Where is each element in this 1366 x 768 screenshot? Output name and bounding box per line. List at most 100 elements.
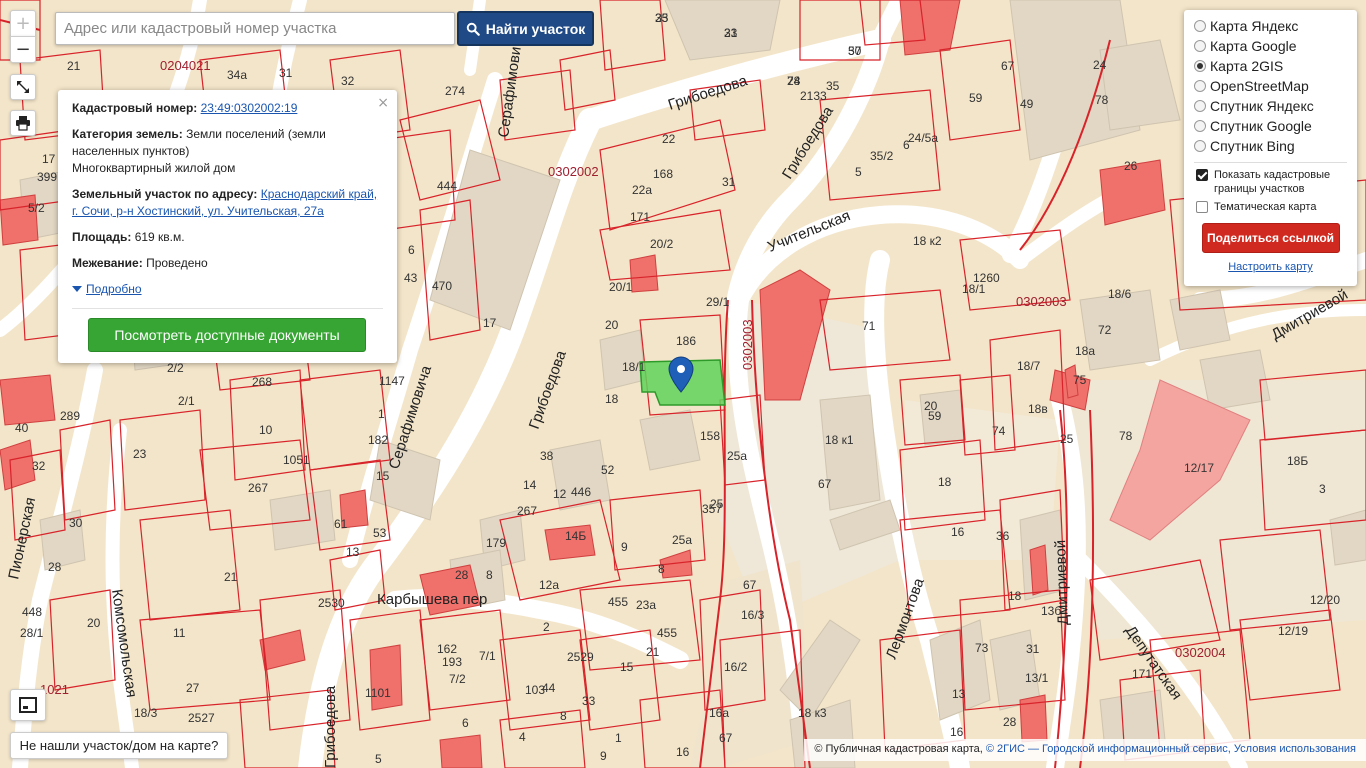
close-icon[interactable]: × (377, 95, 389, 111)
not-found-button[interactable]: Не нашли участок/дом на карте? (10, 732, 228, 759)
parcel-number-label: 75 (1073, 373, 1087, 387)
zoom-in-button[interactable]: + (10, 10, 36, 37)
basemap-option[interactable]: Карта Яндекс (1194, 16, 1347, 36)
search-input[interactable] (55, 12, 455, 45)
share-link-button[interactable]: Поделиться ссылкой (1201, 223, 1340, 253)
parcel-number-label: 9 (600, 749, 607, 763)
parcel-number-label: 74 (992, 424, 1006, 438)
parcel-number-label: 67 (719, 731, 733, 745)
printer-icon (16, 116, 30, 131)
parcel-number-label: 2 (543, 620, 550, 634)
parcel-number-label: 78 (1095, 93, 1109, 107)
parcel-number-label: 12 (553, 487, 567, 501)
search-button[interactable]: Найти участок (457, 11, 594, 46)
parcel-number-label: 71 (862, 319, 876, 333)
parcel-number-label: 20/1 (609, 280, 633, 294)
basemap-option[interactable]: Спутник Bing (1194, 136, 1347, 156)
parcel-number-label: 8 (560, 709, 567, 723)
parcel-number-label: 59 (969, 91, 983, 105)
parcel-number-label: 18/7 (1017, 359, 1041, 373)
fullscreen-icon (17, 81, 29, 93)
zoom-out-button[interactable]: − (10, 36, 36, 63)
parcel-number-label: 18 (938, 475, 952, 489)
parcel-number-label: 1101 (365, 686, 391, 700)
radio-icon (1194, 140, 1206, 152)
view-documents-button[interactable]: Посмотреть доступные документы (88, 318, 366, 352)
attribution-link[interactable]: © 2ГИС — Городской информационный сервис… (986, 743, 1356, 755)
basemap-option[interactable]: Спутник Яндекс (1194, 96, 1347, 116)
parcel-number-label: 31 (279, 66, 293, 80)
thematic-map-checkbox[interactable]: Тематическая карта (1194, 200, 1347, 214)
area-row: Площадь: 619 кв.м. (72, 229, 383, 246)
parcel-number-label: 2/2 (167, 361, 184, 375)
basemap-option-label: Спутник Google (1210, 118, 1312, 134)
parcel-number-label: 289 (60, 409, 80, 423)
parcel-number-label: 52 (601, 463, 615, 477)
parcel-number-label: 27 (186, 681, 200, 695)
attribution: © Публичная кадастровая карта, © 2ГИС — … (804, 739, 1366, 761)
street-label-7: Карбышева пер (377, 591, 487, 608)
parcel-number-label: 20 (605, 318, 619, 332)
parcel-number-label: 470 (432, 279, 452, 293)
parcel-number-label: 168 (653, 167, 673, 181)
parcel-number-label: 6 (903, 138, 910, 152)
parcel-number-label: 5/2 (28, 201, 45, 215)
basemap-option-label: OpenStreetMap (1210, 78, 1309, 94)
parcel-number-label: 78 (1119, 429, 1133, 443)
parcel-number-label: 162 (437, 642, 457, 656)
show-borders-checkbox[interactable]: Показать кадастровые границы участков (1194, 168, 1347, 196)
tune-map-link[interactable]: Настроить карту (1194, 261, 1347, 273)
area-value: 619 кв.м. (134, 230, 185, 244)
parcel-number-label: 67 (743, 578, 757, 592)
basemap-option-label: Спутник Bing (1210, 138, 1295, 154)
basemap-option-label: Карта Google (1210, 38, 1297, 54)
parcel-number-label: 21 (646, 645, 660, 659)
legend-button[interactable] (10, 689, 46, 721)
basemap-option[interactable]: Спутник Google (1194, 116, 1347, 136)
parcel-number-label: 6 (408, 243, 415, 257)
details-toggle[interactable]: Подробно (72, 282, 142, 296)
parcel-number-label: 33 (582, 694, 596, 708)
parcel-number-label: 21 (224, 570, 238, 584)
survey-row: Межевание: Проведено (72, 255, 383, 272)
parcel-number-label: 15 (376, 469, 390, 483)
cadastral-row: Кадастровый номер: 23:49:0302002:19 (72, 100, 383, 117)
basemap-option[interactable]: Карта Google (1194, 36, 1347, 56)
thematic-label: Тематическая карта (1214, 201, 1317, 213)
parcel-number-label: 2133 (800, 89, 827, 103)
parcel-number-label: 53 (373, 526, 387, 540)
parcel-number-label: 13б (1041, 604, 1061, 618)
parcel-number-label: 18а (1075, 344, 1095, 358)
quarter-label-4: 0204021 (160, 58, 211, 73)
zoom-out-label: − (15, 39, 31, 60)
parcel-number-label: 7/2 (449, 672, 466, 686)
basemap-option[interactable]: OpenStreetMap (1194, 76, 1347, 96)
category-row: Категория земель: Земли поселений (земли… (72, 126, 383, 177)
search-button-label: Найти участок (485, 20, 586, 37)
cadastral-link[interactable]: 23:49:0302002:19 (201, 101, 298, 115)
parcel-number-label: 72 (1098, 323, 1112, 337)
parcel-number-label: 455 (608, 595, 628, 609)
parcel-number-label: 28/1 (20, 626, 44, 640)
print-button[interactable] (10, 110, 36, 136)
parcel-number-label: 14 (523, 478, 537, 492)
basemap-option[interactable]: Карта 2GIS (1194, 56, 1347, 76)
parcel-number-label: 32 (341, 74, 355, 88)
radio-icon (1194, 80, 1206, 92)
parcel-number-label: 1051 (283, 453, 310, 467)
parcel-number-label: 5 (375, 752, 382, 766)
fullscreen-button[interactable] (10, 74, 36, 100)
parcel-number-label: 13 (952, 687, 966, 701)
basemap-panel: Карта Яндекс Карта Google Карта 2GIS OpenSt… (1184, 10, 1357, 286)
parcel-number-label: 73 (975, 641, 989, 655)
search-icon (466, 22, 480, 36)
parcel-number-label: 36 (996, 529, 1010, 543)
parcel-number-label: 29/1 (706, 295, 730, 309)
parcel-number-label: 18 к1 (825, 433, 854, 447)
parcel-number-label: 158 (700, 429, 720, 443)
parcel-number-label: 17 (42, 152, 56, 166)
parcel-number-label: 43 (404, 271, 418, 285)
parcel-number-label: 31 (722, 175, 736, 189)
parcel-number-label: 31 (1026, 642, 1040, 656)
parcel-number-label: 22 (662, 132, 676, 146)
